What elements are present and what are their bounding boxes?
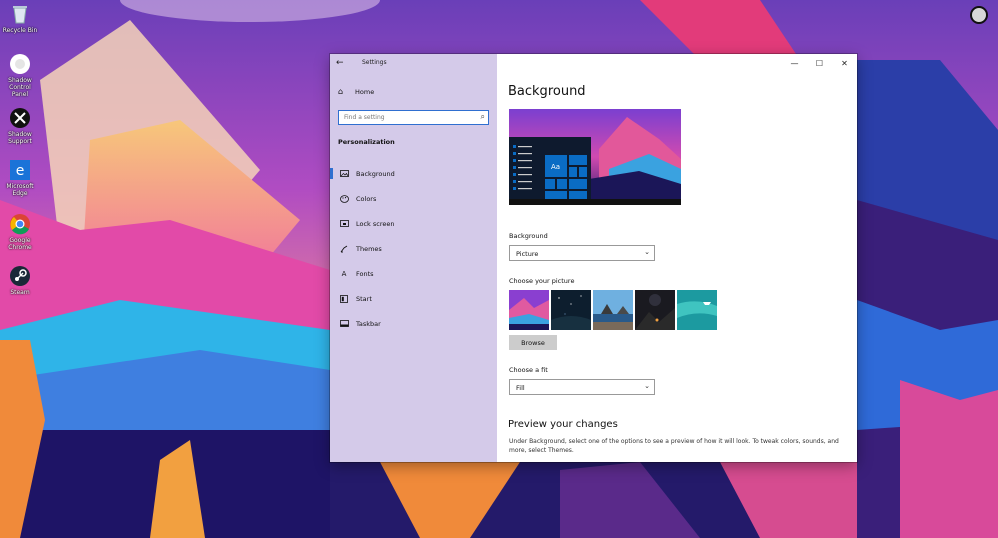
settings-window: ⌂ Home Find a setting ⌕ Personalization … (330, 54, 857, 462)
desktop-icon-microsoft-edge[interactable]: e Microsoft Edge (2, 158, 38, 197)
desktop-icon-label: Shadow Support (8, 131, 32, 145)
fit-select[interactable]: Fill ⌄ (509, 379, 655, 395)
background-label: Background (509, 232, 548, 240)
preview-changes-description: Under Background, select one of the opti… (509, 438, 839, 454)
background-select-value: Picture (516, 250, 539, 258)
sidebar-item-colors[interactable]: Colors (330, 186, 497, 211)
sidebar-item-label: Fonts (356, 269, 374, 278)
svg-text:e: e (16, 163, 25, 179)
picture-icon (339, 170, 349, 178)
sidebar-item-fonts[interactable]: A Fonts (330, 261, 497, 286)
sidebar-item-taskbar[interactable]: Taskbar (330, 311, 497, 336)
shadow-icon (8, 52, 32, 76)
start-icon (339, 294, 349, 303)
desktop-icon-label: Microsoft Edge (6, 183, 34, 197)
settings-sidebar: ⌂ Home Find a setting ⌕ Personalization … (330, 54, 497, 462)
desktop-icon-label: Shadow Control Panel (8, 77, 32, 98)
picture-thumbnail[interactable] (677, 290, 717, 330)
desktop-icon-steam[interactable]: Steam (2, 264, 38, 296)
lock-screen-icon (339, 219, 349, 228)
desktop-icon-label: Google Chrome (8, 237, 32, 251)
sidebar-item-background[interactable]: Background (330, 161, 497, 186)
search-input[interactable]: Find a setting ⌕ (338, 110, 489, 125)
desktop-icon-recycle-bin[interactable]: Recycle Bin (2, 2, 38, 34)
desktop-icon-shadow-control-panel[interactable]: Shadow Control Panel (2, 52, 38, 98)
settings-main: Background Aa Background Picture ⌄ Choos… (497, 54, 857, 462)
chrome-icon (8, 212, 32, 236)
edge-icon: e (8, 158, 32, 182)
sidebar-item-themes[interactable]: Themes (330, 236, 497, 261)
desktop-icon-label: Steam (10, 289, 30, 296)
chevron-down-icon: ⌄ (644, 248, 650, 256)
picture-thumbnail[interactable] (509, 290, 549, 330)
fonts-icon: A (341, 269, 347, 278)
picture-thumbnail[interactable] (635, 290, 675, 330)
sidebar-item-label: Colors (356, 194, 377, 203)
desktop-icon-label: Recycle Bin (2, 27, 38, 34)
sidebar-item-label: Start (356, 294, 372, 303)
fit-label: Choose a fit (509, 366, 548, 374)
sidebar-item-label: Lock screen (356, 219, 395, 228)
steam-icon (8, 264, 32, 288)
taskbar-icon (339, 320, 349, 328)
sidebar-item-label: Background (356, 169, 395, 178)
sidebar-item-label: Themes (356, 244, 382, 253)
picture-thumbnails (509, 290, 717, 330)
page-title: Background (508, 84, 586, 99)
nav-home[interactable]: ⌂ Home (338, 87, 374, 96)
fit-select-value: Fill (516, 384, 525, 392)
sidebar-item-label: Taskbar (356, 319, 381, 328)
search-placeholder: Find a setting (344, 114, 385, 121)
themes-icon (339, 245, 349, 253)
preview-changes-title: Preview your changes (508, 419, 618, 430)
sidebar-item-start[interactable]: Start (330, 286, 497, 311)
palette-icon (339, 194, 349, 203)
shadow-tray-icon[interactable] (970, 6, 988, 24)
choose-picture-label: Choose your picture (509, 277, 575, 285)
nav-home-label: Home (355, 87, 375, 96)
support-icon (8, 106, 32, 130)
chevron-down-icon: ⌄ (644, 382, 650, 390)
background-preview: Aa (509, 109, 681, 205)
picture-thumbnail[interactable] (593, 290, 633, 330)
picture-thumbnail[interactable] (551, 290, 591, 330)
background-select[interactable]: Picture ⌄ (509, 245, 655, 261)
browse-button[interactable]: Browse (509, 335, 557, 350)
desktop-icon-google-chrome[interactable]: Google Chrome (2, 212, 38, 251)
section-heading: Personalization (338, 138, 395, 146)
desktop-icon-shadow-support[interactable]: Shadow Support (2, 106, 38, 145)
nav-list: Background Colors Lock screen Themes A F… (330, 161, 497, 336)
home-icon: ⌂ (338, 87, 344, 96)
recycle-bin-icon (8, 2, 32, 26)
search-icon: ⌕ (480, 112, 485, 121)
sidebar-item-lock-screen[interactable]: Lock screen (330, 211, 497, 236)
back-arrow-icon[interactable]: ← (336, 57, 348, 69)
window-title: Settings (362, 59, 387, 66)
preview-sample-text: Aa (551, 163, 561, 171)
